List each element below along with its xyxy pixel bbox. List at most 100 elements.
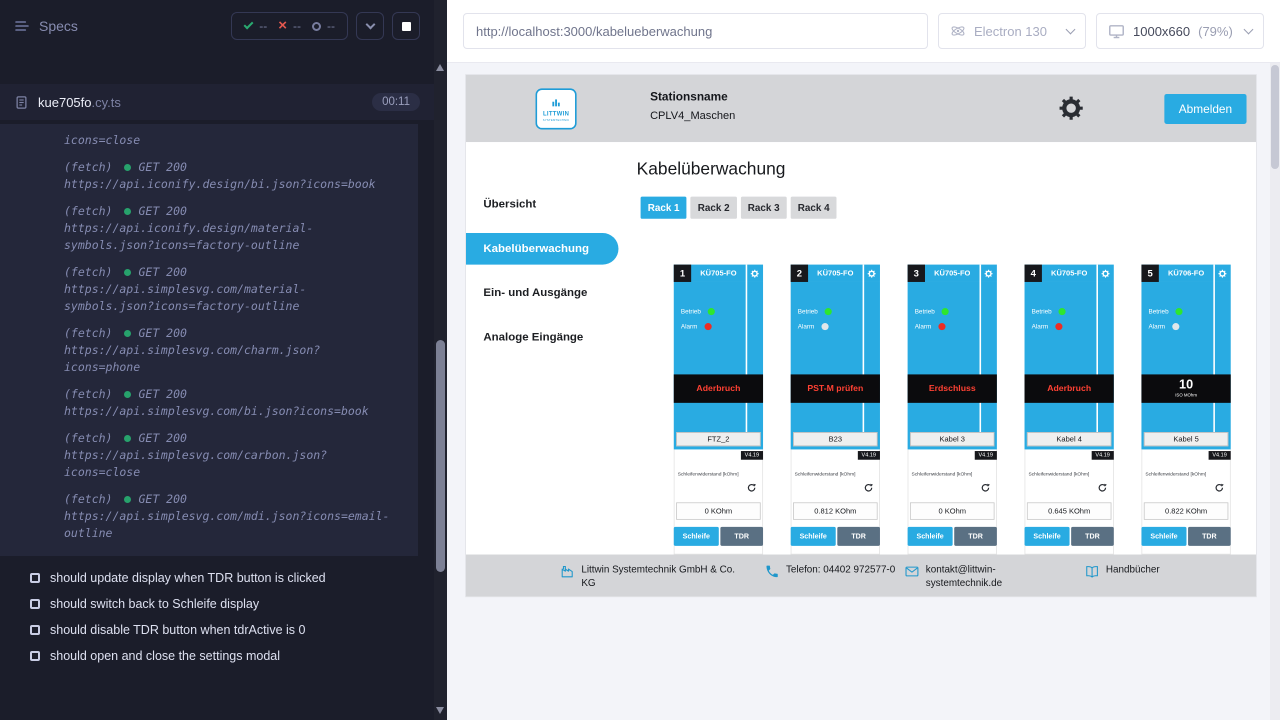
refresh-icon[interactable]: [1214, 483, 1225, 494]
viewport-select[interactable]: 1000x660 (79%): [1096, 13, 1264, 49]
tab-rack-4[interactable]: Rack 4: [791, 197, 837, 219]
test-status-icon: [30, 625, 40, 635]
card-settings-gear-icon[interactable]: [863, 265, 880, 282]
specs-menu-button[interactable]: Specs: [14, 18, 78, 34]
tab-rack-2[interactable]: Rack 2: [691, 197, 737, 219]
log-entry[interactable]: (fetch) GET 200 https://api.iconify.desi…: [64, 155, 402, 199]
card-model-label: KÜ705-FO: [925, 265, 980, 282]
log-entry[interactable]: (fetch) GET 200 https://api.simplesvg.co…: [64, 260, 402, 321]
app-footer: Littwin Systemtechnik GmbH & Co. KG Tele…: [466, 555, 1256, 597]
measurement-label: Schleifenwiderstand [kOhm]: [1028, 472, 1109, 478]
alarm-label: Alarm: [1032, 323, 1049, 330]
log-entry[interactable]: (fetch) GET 200 https://api.simplesvg.co…: [64, 321, 402, 382]
log-entry[interactable]: (fetch) GET 200 https://api.simplesvg.co…: [64, 382, 402, 426]
status-badge: GET 200: [124, 430, 186, 447]
footer-email[interactable]: kontakt@littwin-systemtechnik.de: [904, 563, 1011, 590]
measurement-label: Schleifenwiderstand [kOhm]: [912, 472, 993, 478]
aut-pane: Electron 130 1000x660 (79%) LITTWIN SYST…: [447, 0, 1280, 720]
app-sidebar-nav: Übersicht Kabelüberwachung Ein- und Ausg…: [466, 142, 622, 554]
test-item[interactable]: should switch back to Schleife display: [0, 591, 414, 617]
stop-button[interactable]: [392, 12, 420, 40]
scroll-up-arrow-icon[interactable]: [436, 64, 444, 71]
success-dot-icon: [124, 391, 131, 398]
nav-item-analoge-eingaenge[interactable]: Analoge Eingänge: [466, 321, 622, 353]
test-stats[interactable]: -- × -- --: [231, 12, 348, 40]
settings-gear-icon[interactable]: [1059, 96, 1084, 121]
resistance-value: 0.822 KOhm: [1144, 502, 1229, 519]
menu-icon: [14, 18, 30, 34]
refresh-icon[interactable]: [980, 483, 991, 494]
card-settings-gear-icon[interactable]: [1096, 265, 1113, 282]
card-divider: [1213, 265, 1215, 432]
refresh-icon[interactable]: [1097, 483, 1108, 494]
refresh-icon[interactable]: [863, 483, 874, 494]
schleife-button[interactable]: Schleife: [1025, 527, 1070, 546]
factory-icon: [560, 564, 575, 579]
schleife-button[interactable]: Schleife: [908, 527, 953, 546]
spec-file-ext: .cy.ts: [92, 95, 121, 110]
nav-item-ein-und-ausgaenge[interactable]: Ein- und Ausgänge: [466, 277, 622, 309]
nav-item-kabelueberwachung[interactable]: Kabelüberwachung: [466, 233, 618, 265]
scrollbar-thumb[interactable]: [436, 340, 445, 572]
spec-file-row[interactable]: kue705fo .cy.ts 00:11: [0, 84, 434, 120]
firmware-version: V4.19: [741, 451, 763, 460]
betrieb-led: [942, 308, 949, 315]
card-settings-gear-icon[interactable]: [746, 265, 763, 282]
card-settings-gear-icon[interactable]: [1213, 265, 1230, 282]
log-entry[interactable]: (fetch) GET 200 https://api.iconify.desi…: [64, 199, 402, 260]
schleife-button[interactable]: Schleife: [674, 527, 719, 546]
stat-passed: --: [244, 19, 267, 33]
tab-rack-3[interactable]: Rack 3: [741, 197, 787, 219]
card-settings-gear-icon[interactable]: [980, 265, 997, 282]
command-log: icons=close (fetch) GET 200 https://api.…: [0, 124, 418, 556]
firmware-version: V4.19: [975, 451, 997, 460]
measurement-label: Schleifenwiderstand [kOhm]: [795, 472, 876, 478]
tdr-button[interactable]: TDR: [837, 527, 880, 546]
aut-scrollbar[interactable]: [1270, 63, 1280, 720]
betrieb-led: [825, 308, 832, 315]
test-status-icon: [30, 599, 40, 609]
schleife-button[interactable]: Schleife: [1141, 527, 1186, 546]
tdr-button[interactable]: TDR: [1188, 527, 1231, 546]
device-card-5: 5 KÜ706-FO Betrieb Alarm 10 ISO MOhm: [1141, 265, 1230, 555]
request-url: https://api.simplesvg.com/bi.json?icons=…: [64, 403, 390, 420]
fetch-tag: (fetch): [64, 386, 112, 403]
scrollbar-thumb[interactable]: [1271, 65, 1279, 169]
betrieb-led: [1176, 308, 1183, 315]
status-badge: GET 200: [124, 203, 186, 220]
test-item[interactable]: should update display when TDR button is…: [0, 565, 414, 591]
rack-tabs: Rack 1 Rack 2 Rack 3 Rack 4: [641, 197, 837, 219]
collapse-button[interactable]: [356, 12, 384, 40]
test-item[interactable]: should disable TDR button when tdrActive…: [0, 617, 414, 643]
alarm-led: [938, 323, 945, 330]
test-item[interactable]: should open and close the settings modal: [0, 643, 414, 669]
footer-manuals-link[interactable]: Handbücher: [1085, 563, 1160, 579]
log-line-partial[interactable]: icons=close: [64, 130, 402, 155]
request-url: https://api.simplesvg.com/material-symbo…: [64, 281, 390, 315]
log-entry[interactable]: (fetch) GET 200 https://api.simplesvg.co…: [64, 426, 402, 487]
device-card-3: 3 KÜ705-FO Betrieb Alarm Erdschluss Kabe…: [908, 265, 997, 555]
url-input[interactable]: [463, 13, 928, 49]
tdr-button[interactable]: TDR: [954, 527, 997, 546]
nav-item-uebersicht[interactable]: Übersicht: [466, 189, 622, 221]
success-dot-icon: [124, 330, 131, 337]
spec-file-icon: [14, 95, 29, 110]
refresh-icon[interactable]: [746, 483, 757, 494]
reporter-scrollbar[interactable]: [434, 0, 447, 720]
card-divider: [863, 265, 865, 432]
card-number-badge: 2: [791, 265, 808, 282]
fetch-tag: (fetch): [64, 264, 112, 281]
tdr-button[interactable]: TDR: [1071, 527, 1114, 546]
status-banner: PST-M prüfen: [791, 374, 880, 402]
logout-button[interactable]: Abmelden: [1164, 94, 1246, 124]
tdr-button[interactable]: TDR: [720, 527, 763, 546]
scroll-down-arrow-icon[interactable]: [436, 707, 444, 714]
book-icon: [1085, 564, 1100, 579]
device-card-4: 4 KÜ705-FO Betrieb Alarm Aderbruch Kabel…: [1025, 265, 1114, 555]
log-entry[interactable]: (fetch) GET 200 https://api.simplesvg.co…: [64, 487, 402, 548]
schleife-button[interactable]: Schleife: [791, 527, 836, 546]
cable-name-field: B23: [793, 432, 878, 446]
tab-rack-1[interactable]: Rack 1: [641, 197, 687, 219]
browser-select[interactable]: Electron 130: [938, 13, 1086, 49]
card-number-badge: 5: [1141, 265, 1158, 282]
